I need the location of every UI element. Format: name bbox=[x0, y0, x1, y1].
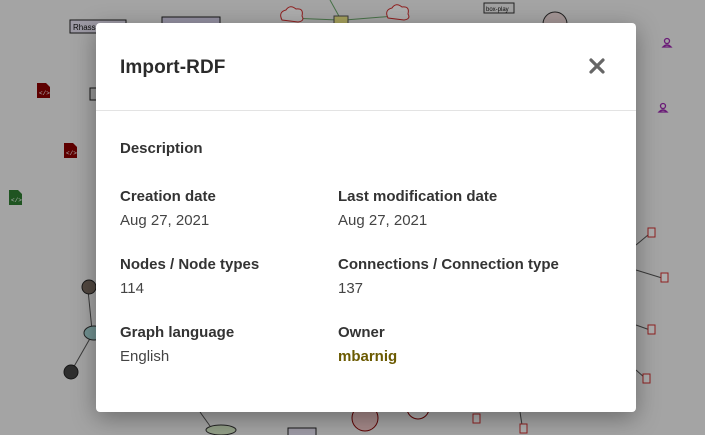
owner-label: Owner bbox=[338, 324, 385, 341]
dialog-header: Import-RDF bbox=[96, 23, 636, 111]
connections-value: 137 bbox=[338, 280, 364, 297]
nodes-value: 114 bbox=[120, 280, 144, 297]
creation-date-label: Creation date bbox=[120, 188, 216, 205]
graph-language-label: Graph language bbox=[120, 324, 235, 341]
dialog-title: Import-RDF bbox=[120, 57, 226, 78]
close-icon bbox=[589, 58, 605, 74]
nodes-label: Nodes / Node types bbox=[120, 256, 260, 273]
last-modification-date-label: Last modification date bbox=[338, 188, 498, 205]
graph-language-value: English bbox=[120, 348, 170, 365]
last-modification-date-value: Aug 27, 2021 bbox=[338, 212, 428, 229]
description-label: Description bbox=[120, 140, 203, 157]
connections-label: Connections / Connection type bbox=[338, 256, 559, 273]
owner-link[interactable]: mbarnig bbox=[338, 348, 397, 365]
creation-date-value: Aug 27, 2021 bbox=[120, 212, 210, 229]
close-button[interactable] bbox=[584, 53, 610, 79]
graph-info-dialog: Import-RDF Description Creation date Aug… bbox=[96, 23, 636, 412]
